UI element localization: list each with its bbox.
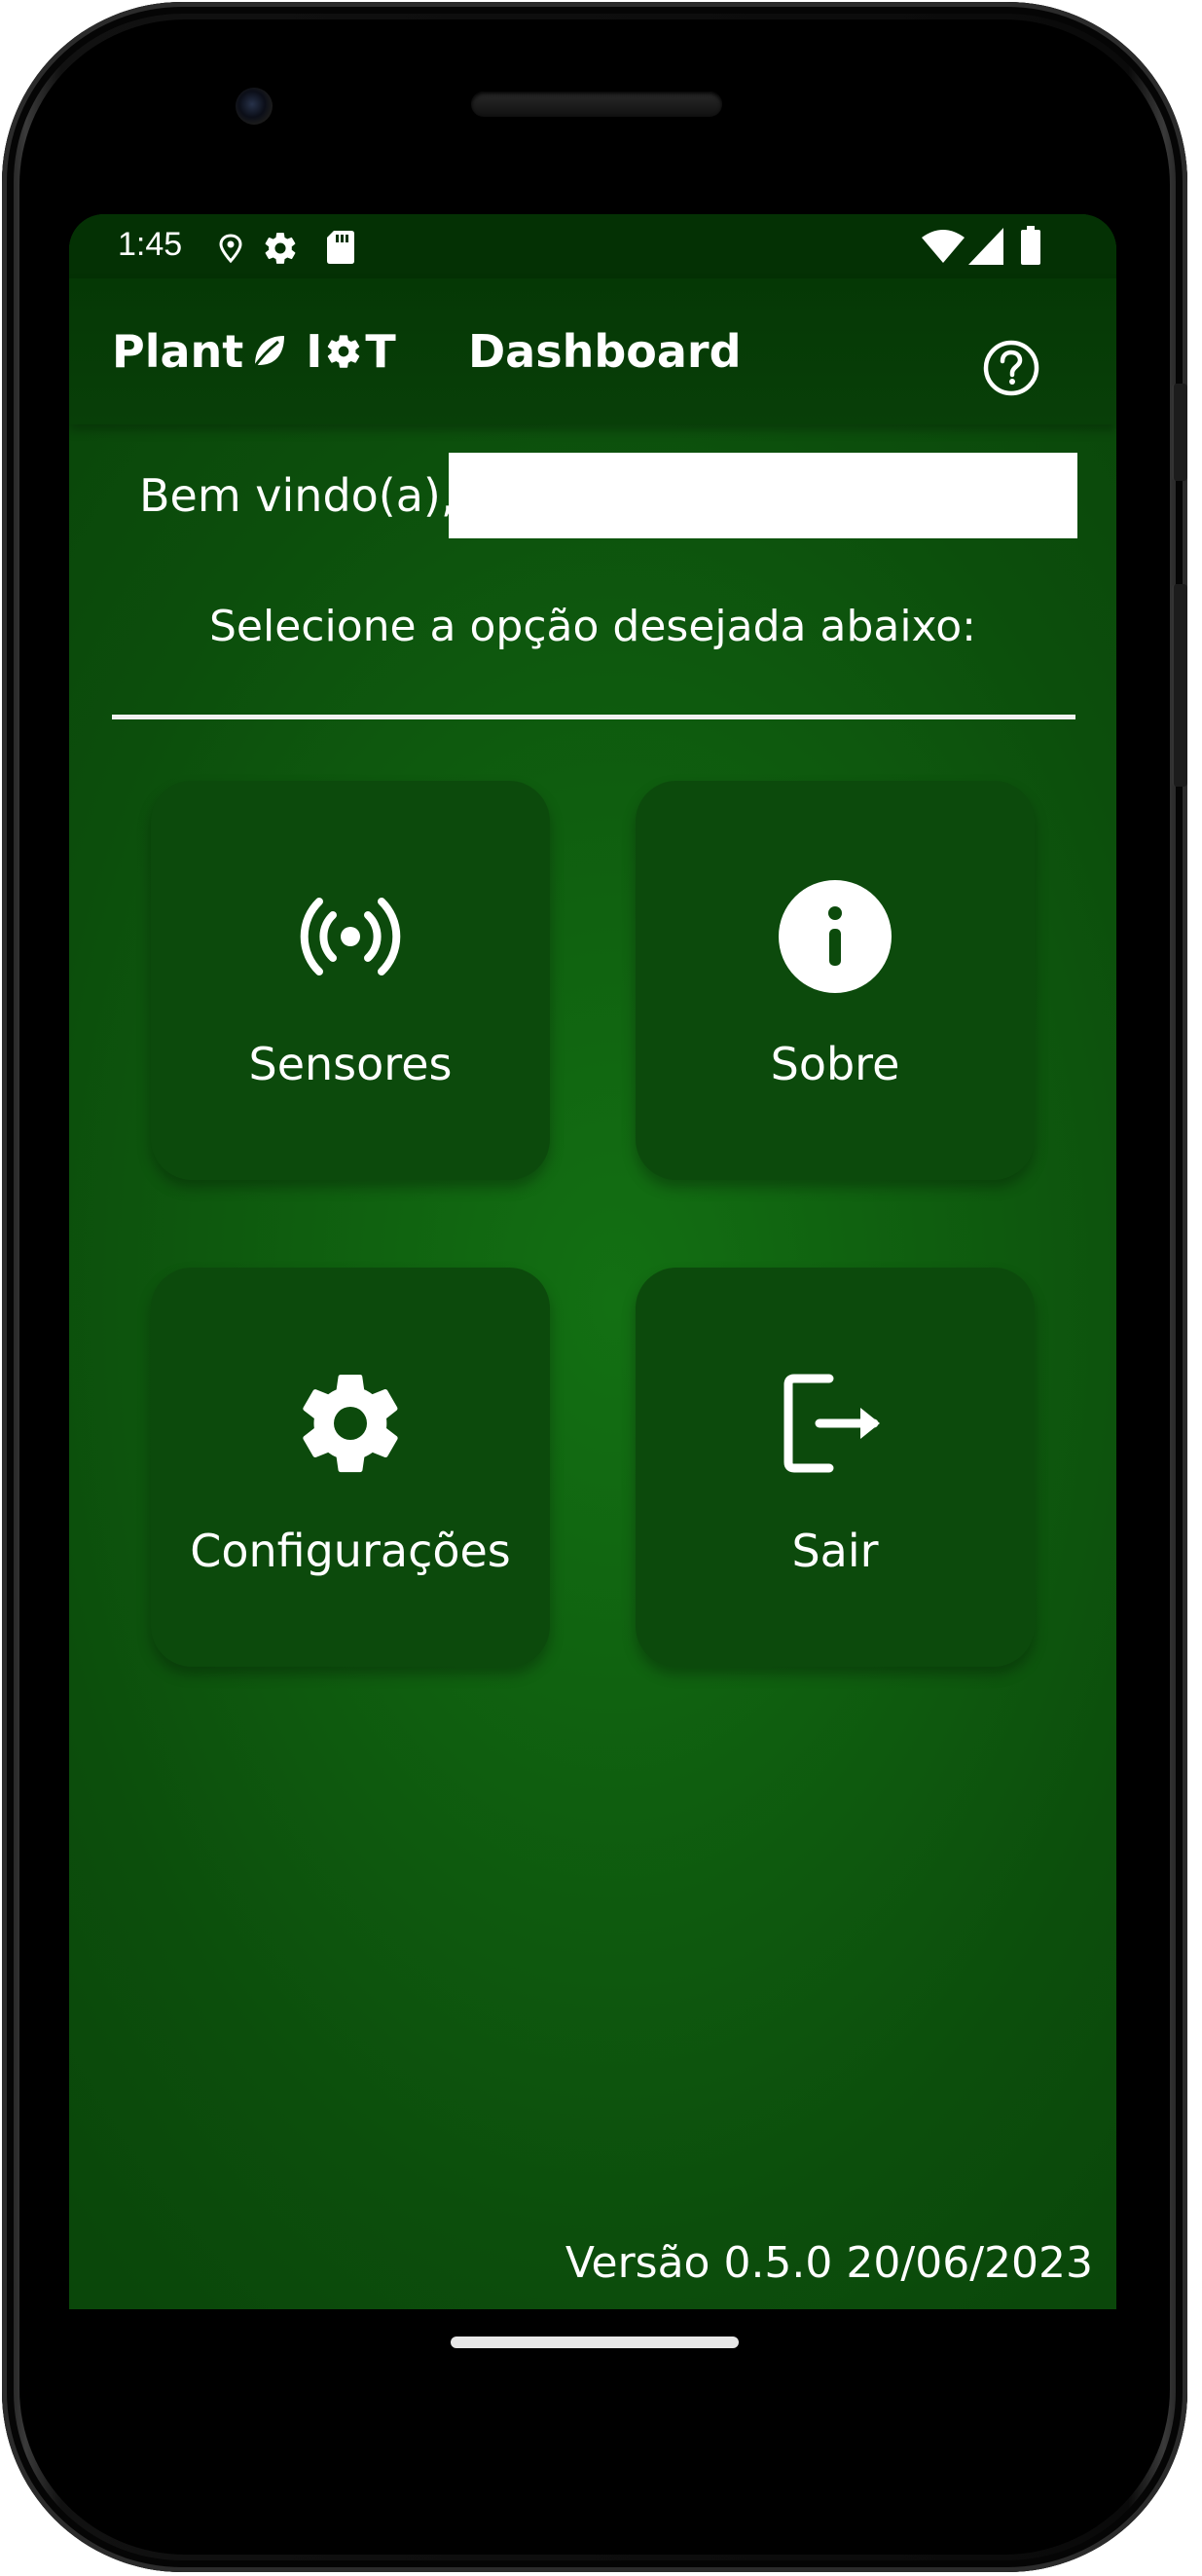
page-title: Dashboard [468, 325, 742, 378]
divider [112, 715, 1075, 719]
sair-label: Sair [791, 1525, 879, 1577]
leaf-icon [252, 336, 285, 370]
gear-icon [303, 1375, 398, 1473]
earpiece-speaker [471, 92, 722, 117]
wireless-sensor-icon [300, 898, 401, 975]
cell-signal-icon [968, 228, 1003, 265]
instructions-text: Selecione a opção desejada abaixo: [208, 602, 976, 651]
brand-word: Plant [112, 325, 244, 378]
status-time: 1:45 [118, 226, 183, 263]
sensores-button[interactable]: Sensores [151, 781, 550, 1180]
status-bar: 1:45 [69, 214, 1116, 278]
battery-icon [1021, 226, 1040, 265]
front-camera [236, 88, 273, 125]
version-text: Versão 0.5.0 20/06/2023 [565, 2238, 1093, 2288]
volume-button [1172, 584, 1187, 787]
help-circle-icon[interactable] [982, 339, 1040, 397]
user-name-field [449, 453, 1077, 538]
app-screen: 1:45 Plant I T Dashboard Bem vindo(a), S… [69, 214, 1116, 2309]
brand-letter-t: T [365, 325, 396, 378]
power-button [1172, 384, 1187, 481]
welcome-text: Bem vindo(a), [139, 469, 455, 522]
settings-gear-icon [265, 233, 296, 264]
configuracoes-button[interactable]: Configurações [151, 1268, 550, 1667]
home-indicator[interactable] [451, 2337, 739, 2348]
gear-o-icon [328, 335, 360, 368]
sair-button[interactable]: Sair [636, 1268, 1035, 1667]
phone-frame: 1:45 Plant I T Dashboard Bem vindo(a), S… [2, 2, 1187, 2572]
brand-letter-i: I [306, 325, 323, 378]
sobre-button[interactable]: Sobre [636, 781, 1035, 1180]
wifi-icon [922, 230, 965, 263]
sd-card-icon [327, 231, 354, 264]
app-logo: Plant I T [112, 325, 396, 378]
info-icon [779, 880, 892, 993]
configuracoes-label: Configurações [190, 1525, 511, 1577]
sobre-label: Sobre [770, 1038, 900, 1090]
logout-icon [783, 1374, 880, 1473]
app-bar: Plant I T Dashboard [69, 278, 1116, 424]
sensores-label: Sensores [248, 1038, 453, 1090]
location-pin-icon [219, 234, 242, 264]
